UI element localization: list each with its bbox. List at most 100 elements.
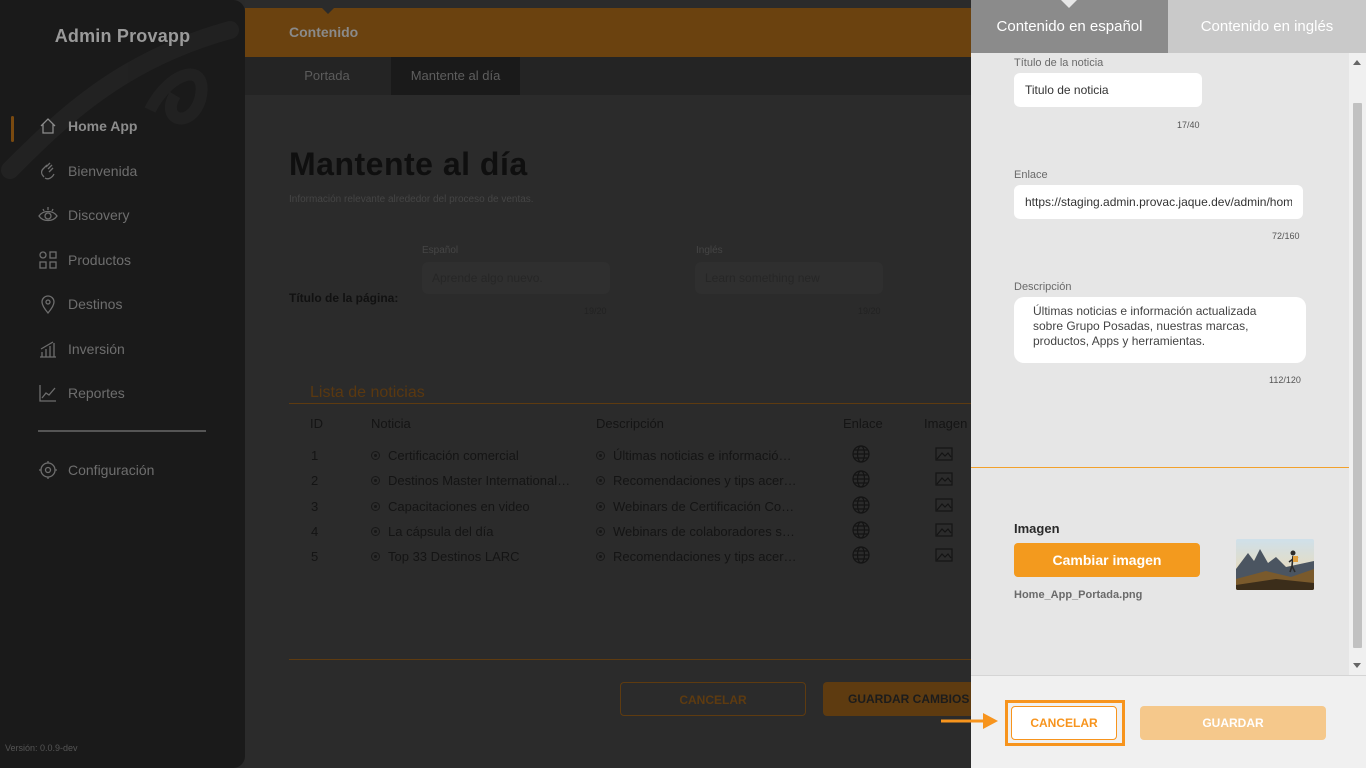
row-desc: Recomendaciones y tips acerca de destino…	[613, 473, 798, 488]
globe-icon[interactable]	[852, 470, 870, 488]
content-tabs: Portada Mantente al día	[245, 57, 971, 95]
bar-chart-icon	[40, 341, 56, 358]
sidebar-divider	[38, 430, 206, 432]
description-char-count: 112/120	[1269, 375, 1301, 385]
globe-icon[interactable]	[852, 521, 870, 539]
sidebar-item-label: Home App	[68, 118, 138, 134]
sidebar-item-configuracion[interactable]: Configuración	[38, 456, 154, 484]
panel-footer: CANCELAR GUARDAR	[971, 675, 1366, 768]
main-content: Contenido Portada Mantente al día Manten…	[245, 0, 971, 768]
row-news: Destinos Master International Exclusivos	[388, 473, 573, 488]
sidebar-item-inversion[interactable]: Inversión	[38, 335, 125, 363]
home-icon	[40, 118, 56, 134]
content-header: Contenido	[245, 7, 971, 57]
row-id: 2	[311, 473, 319, 488]
image-icon[interactable]	[935, 470, 953, 488]
row-desc: Webinars de Certificación Comercial	[613, 499, 798, 514]
bullet-icon	[596, 527, 605, 536]
scroll-up-icon[interactable]	[1353, 60, 1361, 65]
sidebar-item-reportes[interactable]: Reportes	[38, 379, 125, 407]
page-title: Mantente al día	[289, 146, 528, 182]
globe-icon[interactable]	[852, 496, 870, 514]
line-chart-icon	[39, 385, 56, 402]
link-input[interactable]	[1014, 185, 1303, 219]
arrow-pointer-icon	[941, 713, 998, 729]
sidebar-item-discovery[interactable]: Discovery	[38, 201, 129, 229]
col-id: ID	[310, 416, 323, 431]
cancel-button[interactable]: CANCELAR	[1011, 706, 1117, 740]
bullet-icon	[371, 552, 380, 561]
title-char-count: 17/40	[1177, 120, 1200, 130]
sidebar-item-label: Destinos	[68, 296, 123, 312]
image-filename: Home_App_Portada.png	[1014, 589, 1143, 601]
news-title-label: Título de la noticia	[1014, 57, 1104, 69]
header-title: Contenido	[289, 24, 359, 40]
page-title-field-label: Título de la página:	[289, 291, 399, 305]
page-subtitle: Información relevante alrededor del proc…	[289, 194, 534, 205]
sidebar-item-productos[interactable]: Productos	[38, 246, 131, 274]
scroll-thumb[interactable]	[1353, 103, 1362, 648]
gear-icon	[39, 461, 57, 479]
active-nav-indicator	[11, 116, 14, 142]
eye-icon	[38, 207, 58, 222]
col-descripcion: Descripción	[596, 416, 664, 431]
bullet-icon	[371, 476, 380, 485]
row-desc: Recomendaciones y tips acerca de destino…	[613, 549, 798, 564]
row-id: 1	[311, 448, 319, 463]
sidebar-item-destinos[interactable]: Destinos	[38, 290, 122, 318]
image-icon[interactable]	[935, 445, 953, 463]
bullet-icon	[371, 451, 380, 460]
wave-hand-icon	[40, 162, 55, 180]
grid-icon	[39, 251, 57, 269]
main-save-button[interactable]: GUARDAR CAMBIOS	[823, 682, 971, 716]
edit-news-panel: Contenido en español Contenido en inglés…	[971, 0, 1366, 768]
page-title-es-input[interactable]: Aprende algo nuevo.	[422, 262, 610, 294]
sidebar-item-label: Bienvenida	[68, 163, 138, 179]
bullet-icon	[596, 502, 605, 511]
sidebar-item-label: Discovery	[68, 207, 130, 223]
bullet-icon	[596, 552, 605, 561]
bullet-icon	[371, 502, 380, 511]
panel-scrollbar[interactable]	[1349, 53, 1366, 675]
change-image-button[interactable]: Cambiar imagen	[1014, 543, 1200, 577]
en-char-count: 19/20	[858, 306, 881, 316]
image-icon[interactable]	[935, 521, 953, 539]
spanish-label: Español	[422, 245, 459, 256]
row-id: 3	[311, 499, 319, 514]
bullet-icon	[371, 527, 380, 536]
sidebar-item-label: Reportes	[68, 385, 125, 401]
tab-mantente-al-dia[interactable]: Mantente al día	[391, 57, 520, 95]
sidebar-item-home-app[interactable]: Home App	[38, 112, 137, 140]
sidebar-item-bienvenida[interactable]: Bienvenida	[38, 157, 137, 185]
news-title-input[interactable]	[1014, 73, 1202, 107]
sidebar: Admin Provapp Home App Bienvenida Discov…	[0, 0, 245, 768]
image-section-label: Imagen	[1014, 521, 1060, 536]
sidebar-item-label: Productos	[68, 252, 132, 268]
scroll-down-icon[interactable]	[1353, 663, 1361, 668]
english-label: Inglés	[696, 245, 723, 256]
sidebar-item-label: Inversión	[68, 341, 125, 357]
row-news: Certificación comercial	[388, 448, 519, 463]
link-label: Enlace	[1014, 169, 1048, 181]
globe-icon[interactable]	[852, 445, 870, 463]
image-icon[interactable]	[935, 496, 953, 514]
col-imagen: Imagen	[924, 416, 968, 431]
description-label: Descripción	[1014, 281, 1072, 293]
page-title-en-input[interactable]: Learn something new	[695, 262, 883, 294]
main-cancel-button[interactable]: CANCELAR	[620, 682, 806, 716]
es-char-count: 19/20	[584, 306, 607, 316]
bullet-icon	[596, 451, 605, 460]
description-textarea[interactable]: Últimas noticias e información actualiza…	[1014, 297, 1306, 363]
news-list-title: Lista de noticias	[310, 384, 425, 401]
footer-divider	[289, 659, 971, 660]
tab-contenido-ingles[interactable]: Contenido en inglés	[1168, 0, 1366, 53]
row-news: Capacitaciones en video	[388, 499, 530, 514]
row-desc: Webinars de colaboradores sobre temas	[613, 524, 798, 539]
image-icon[interactable]	[935, 546, 953, 564]
row-news: Top 33 Destinos LARC	[388, 549, 520, 564]
image-thumbnail	[1236, 539, 1314, 590]
save-button[interactable]: GUARDAR	[1140, 706, 1326, 740]
globe-icon[interactable]	[852, 546, 870, 564]
row-id: 5	[311, 549, 319, 564]
tab-portada[interactable]: Portada	[285, 57, 369, 95]
